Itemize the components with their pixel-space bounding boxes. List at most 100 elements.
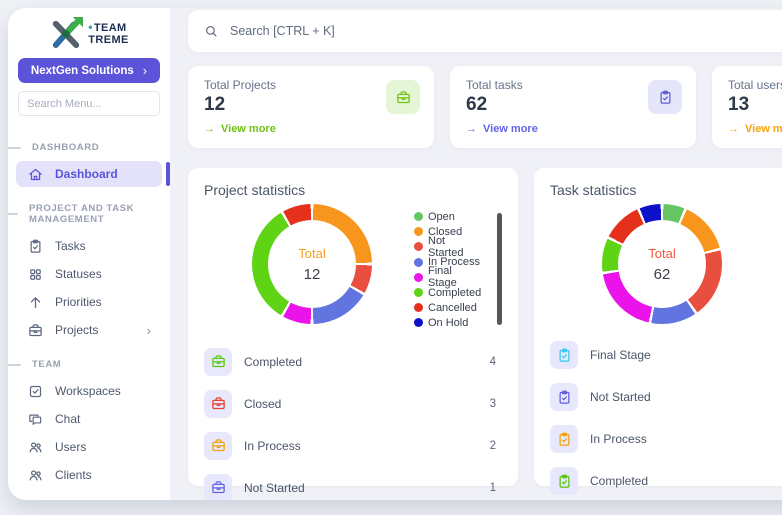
donut-total-label: Total bbox=[298, 246, 325, 261]
legend-scrollbar[interactable] bbox=[497, 213, 502, 325]
status-icon-chip bbox=[550, 341, 578, 369]
legend-dot bbox=[414, 242, 423, 251]
task-status-row-final-stage: Final Stage bbox=[550, 334, 782, 376]
view-more-link[interactable]: → View more bbox=[728, 123, 782, 135]
view-more-link[interactable]: → View more bbox=[466, 123, 680, 135]
view-more-link[interactable]: → View more bbox=[204, 123, 418, 135]
chat-icon bbox=[27, 411, 43, 427]
sidebar-item-tasks[interactable]: Tasks bbox=[16, 233, 162, 259]
global-search-input[interactable] bbox=[228, 23, 782, 39]
clipboard-icon bbox=[557, 474, 572, 489]
section-label: DASHBOARD bbox=[32, 142, 99, 153]
project-status-row-closed: Closed 3 bbox=[204, 383, 502, 425]
priorities-icon bbox=[27, 294, 43, 310]
legend-item-on-hold[interactable]: On Hold bbox=[414, 315, 483, 330]
donut-total-value: 62 bbox=[654, 266, 671, 283]
briefcase-icon bbox=[396, 90, 411, 105]
project-statistics-panel: Project statistics Total 12 bbox=[188, 168, 518, 486]
status-icon-chip bbox=[550, 425, 578, 453]
legend-dot bbox=[414, 318, 423, 327]
section-label: TEAM bbox=[32, 359, 61, 370]
task-statistics-panel: Task statistics Total 62 bbox=[534, 168, 782, 486]
project-status-row-in-process: In Process 2 bbox=[204, 425, 502, 467]
sidebar-item-projects[interactable]: Projects › bbox=[16, 317, 162, 343]
logo: •TEAM TREME bbox=[8, 8, 170, 53]
briefcase-icon bbox=[211, 396, 226, 411]
view-more-label: View more bbox=[745, 123, 782, 135]
donut-total-value: 12 bbox=[304, 266, 321, 283]
stat-card-total-tasks: Total tasks 62 → View more bbox=[450, 66, 696, 148]
app-window: •TEAM TREME NextGen Solutions › DASHBOAR… bbox=[8, 8, 782, 500]
chevron-right-icon: › bbox=[147, 323, 151, 338]
sidebar-item-dashboard[interactable]: Dashboard bbox=[16, 161, 162, 187]
tasks-icon bbox=[27, 238, 43, 254]
stat-card-icon-chip bbox=[648, 80, 682, 114]
status-count: 1 bbox=[490, 482, 502, 494]
section-dash bbox=[8, 147, 21, 149]
sidebar-item-clients[interactable]: Clients bbox=[16, 462, 162, 488]
arrow-right-icon: → bbox=[728, 123, 739, 135]
project-status-row-not-started: Not Started 1 bbox=[204, 467, 502, 501]
xtreme-x-logo-icon bbox=[49, 17, 83, 51]
stat-card-label: Total users bbox=[728, 78, 782, 92]
section-dash bbox=[8, 213, 18, 215]
task-status-row-completed: Completed bbox=[550, 460, 782, 500]
legend-dot bbox=[414, 212, 423, 221]
status-label: Completed bbox=[244, 355, 302, 369]
sidebar: •TEAM TREME NextGen Solutions › DASHBOAR… bbox=[8, 8, 170, 500]
legend-dot bbox=[414, 273, 423, 282]
sidebar-item-workspaces[interactable]: Workspaces bbox=[16, 378, 162, 404]
clipboard-icon bbox=[557, 432, 572, 447]
sidebar-item-users[interactable]: Users bbox=[16, 434, 162, 460]
status-icon-chip bbox=[204, 348, 232, 376]
sidebar-item-priorities[interactable]: Priorities bbox=[16, 289, 162, 315]
home-icon bbox=[27, 166, 43, 182]
sidebar-nav: DASHBOARD Dashboard PROJECT AND TASK bbox=[8, 142, 170, 488]
workspace-selector-button[interactable]: NextGen Solutions › bbox=[18, 58, 160, 83]
logo-text: •TEAM TREME bbox=[88, 21, 129, 47]
stat-card-icon-chip bbox=[386, 80, 420, 114]
task-status-row-in-process: In Process bbox=[550, 418, 782, 460]
legend-item-not-started[interactable]: Not Started bbox=[414, 239, 483, 254]
briefcase-icon bbox=[211, 480, 226, 495]
view-more-label: View more bbox=[221, 123, 276, 135]
task-donut-chart[interactable]: Total 62 bbox=[602, 204, 722, 324]
nav-section-team: TEAM Workspaces Chat bbox=[8, 359, 170, 488]
chevron-right-icon: › bbox=[143, 63, 147, 78]
chart-legend: Open Closed Not Started bbox=[414, 209, 483, 331]
legend-dot bbox=[414, 258, 423, 267]
section-dash bbox=[8, 364, 21, 366]
status-label: In Process bbox=[244, 439, 301, 453]
main-content: Total Projects 12 → View more Total task… bbox=[170, 8, 782, 500]
briefcase-icon bbox=[211, 354, 226, 369]
status-icon-chip bbox=[550, 383, 578, 411]
donut-total-label: Total bbox=[648, 246, 675, 261]
arrow-right-icon: → bbox=[204, 123, 215, 135]
status-label: Not Started bbox=[244, 481, 305, 495]
sidebar-item-statuses[interactable]: Statuses bbox=[16, 261, 162, 287]
sidebar-item-chat[interactable]: Chat bbox=[16, 406, 162, 432]
statistics-panels-row: Project statistics Total 12 bbox=[188, 168, 782, 486]
statuses-icon bbox=[27, 266, 43, 282]
project-donut-chart[interactable]: Total 12 bbox=[252, 204, 372, 324]
legend-dot bbox=[414, 288, 423, 297]
legend-dot bbox=[414, 303, 423, 312]
status-label: Closed bbox=[244, 397, 281, 411]
legend-item-open[interactable]: Open bbox=[414, 209, 483, 224]
status-label: In Process bbox=[590, 432, 647, 446]
status-label: Completed bbox=[590, 474, 648, 488]
legend-item-final-stage[interactable]: Final Stage bbox=[414, 270, 483, 285]
legend-item-cancelled[interactable]: Cancelled bbox=[414, 300, 483, 315]
briefcase-icon bbox=[211, 438, 226, 453]
legend-item-completed[interactable]: Completed bbox=[414, 285, 483, 300]
sidebar-menu-search-input[interactable] bbox=[18, 91, 160, 116]
stat-card-total-users: Total users 13 → View more bbox=[712, 66, 782, 148]
donut-center: Total 62 bbox=[602, 204, 722, 324]
panel-title: Project statistics bbox=[204, 182, 502, 198]
view-more-label: View more bbox=[483, 123, 538, 135]
status-label: Not Started bbox=[590, 390, 651, 404]
stat-card-value: 13 bbox=[728, 94, 782, 116]
projects-icon bbox=[27, 322, 43, 338]
search-icon bbox=[204, 24, 218, 38]
nav-section-dashboard: DASHBOARD Dashboard bbox=[8, 142, 170, 187]
